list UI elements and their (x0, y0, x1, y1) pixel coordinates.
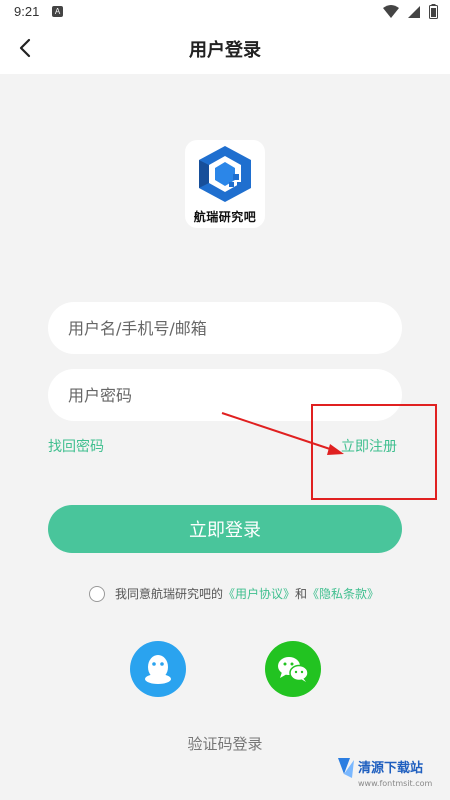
signal-icon (408, 5, 420, 18)
sms-login-row: 验证码登录 (0, 733, 450, 754)
app-header: 用户登录 (0, 24, 450, 74)
watermark-url: www.fontmsit.com (358, 779, 433, 788)
watermark-text: 清源下载站 (358, 760, 423, 776)
status-time: 9:21 (14, 4, 40, 19)
logo-text: 航瑞研究吧 (193, 210, 257, 224)
username-input[interactable] (48, 302, 402, 354)
login-button[interactable]: 立即登录 (48, 505, 402, 553)
battery-icon (429, 4, 438, 19)
wifi-icon (383, 4, 399, 18)
status-icons (383, 4, 438, 19)
wechat-login-button[interactable] (265, 641, 321, 697)
logo-mark-icon (199, 146, 251, 202)
qq-icon (145, 655, 171, 684)
agreement-and: 和 (295, 587, 308, 601)
sms-code-login-link[interactable]: 验证码登录 (187, 735, 262, 753)
agreement-prefix: 我同意航瑞研究吧的 (115, 587, 224, 601)
app-logo: 航瑞研究吧 (185, 140, 265, 228)
privacy-policy-link[interactable]: 《隐私条款》 (307, 585, 379, 602)
annotation-highlight-box (311, 404, 437, 500)
page-title: 用户登录 (189, 40, 261, 61)
site-watermark: 清源下载站 www.fontmsit.com (338, 758, 433, 788)
notification-badge: A (52, 6, 63, 17)
qq-login-button[interactable] (130, 641, 186, 697)
wechat-icon (278, 657, 309, 682)
agree-checkbox[interactable] (89, 585, 105, 602)
status-bar: 9:21 A (0, 0, 450, 24)
forgot-password-link[interactable]: 找回密码 (48, 436, 104, 456)
user-agreement-link[interactable]: 《用户协议》 (223, 585, 295, 602)
agreement-row: 我同意航瑞研究吧的 《用户协议》 和 《隐私条款》 (89, 585, 379, 602)
